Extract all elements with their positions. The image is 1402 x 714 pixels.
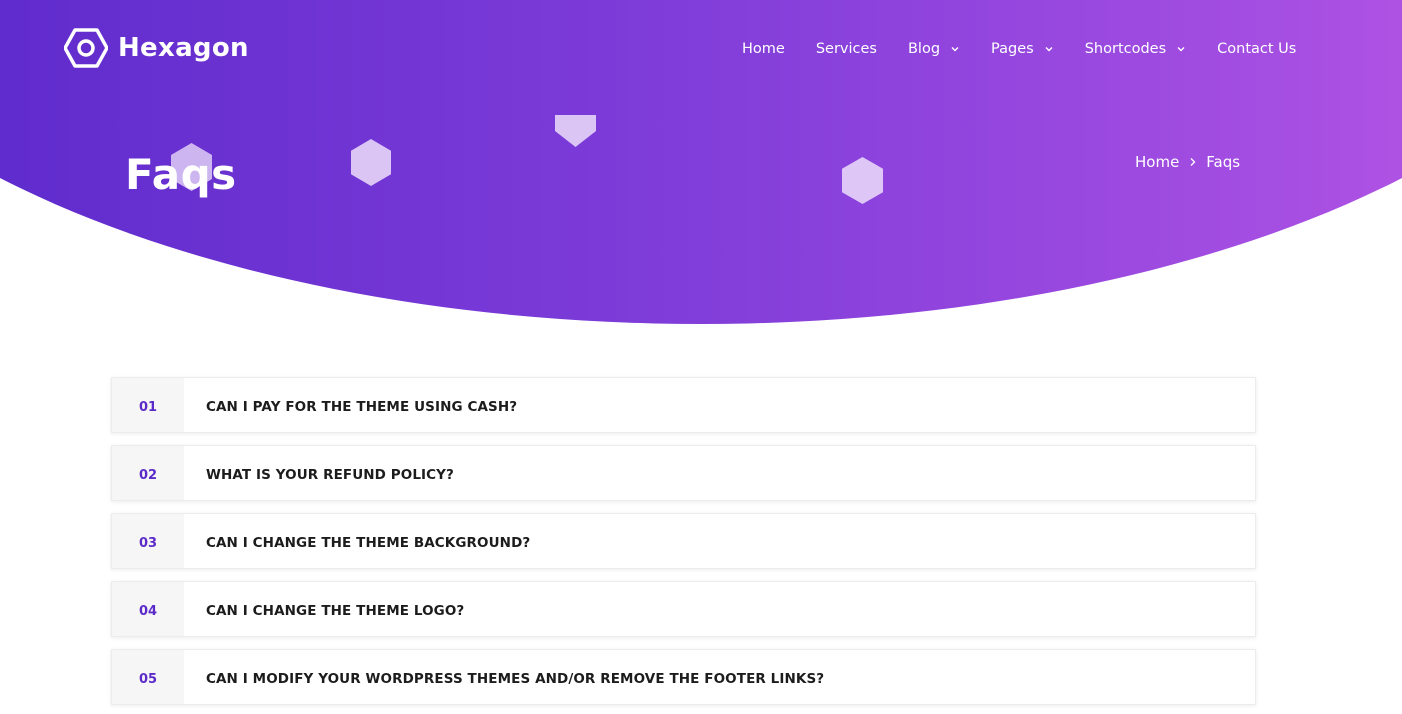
brand-logo[interactable]: Hexagon — [64, 28, 249, 68]
faq-item[interactable]: 04 CAN I CHANGE THE THEME LOGO? — [111, 581, 1256, 637]
brand-name: Hexagon — [118, 33, 249, 63]
faq-question: WHAT IS YOUR REFUND POLICY? — [206, 466, 454, 483]
nav-item-shortcodes[interactable]: Shortcodes — [1085, 38, 1186, 60]
faq-number: 01 — [112, 378, 184, 432]
chevron-down-icon — [951, 47, 959, 52]
faq-number: 05 — [112, 650, 184, 704]
faq-question: CAN I MODIFY YOUR WORDPRESS THEMES AND/O… — [206, 670, 825, 687]
nav-item-label: Blog — [907, 41, 941, 57]
faq-question: CAN I CHANGE THE THEME LOGO? — [206, 602, 465, 619]
nav-item-label: Shortcodes — [1084, 41, 1167, 57]
faq-question: CAN I CHANGE THE THEME BACKGROUND? — [206, 534, 531, 551]
hexagon-logo-icon — [64, 28, 108, 68]
main-navigation: Home Services Blog Pages Shortcodes Cont… — [742, 38, 1296, 60]
chevron-down-icon — [1045, 47, 1053, 52]
chevron-right-icon — [1190, 158, 1196, 166]
faq-item[interactable]: 01 CAN I PAY FOR THE THEME USING CASH? — [111, 377, 1256, 433]
breadcrumb-current: Faqs — [1206, 153, 1241, 171]
breadcrumb-home-link[interactable]: Home — [1135, 153, 1179, 171]
nav-item-label: Contact Us — [1217, 41, 1297, 57]
breadcrumb: Home Faqs — [1135, 153, 1240, 171]
nav-item-label: Pages — [991, 41, 1034, 57]
faq-number: 03 — [112, 514, 184, 568]
faq-item[interactable]: 05 CAN I MODIFY YOUR WORDPRESS THEMES AN… — [111, 649, 1256, 705]
nav-item-home[interactable]: Home — [742, 38, 785, 60]
nav-item-label: Services — [815, 41, 877, 57]
faq-item[interactable]: 02 WHAT IS YOUR REFUND POLICY? — [111, 445, 1256, 501]
page: Hexagon Home Services Blog Pages Shortco… — [0, 0, 1402, 714]
nav-item-pages[interactable]: Pages — [991, 38, 1054, 60]
nav-item-services[interactable]: Services — [816, 38, 877, 60]
faq-item[interactable]: 03 CAN I CHANGE THE THEME BACKGROUND? — [111, 513, 1256, 569]
faq-number: 02 — [112, 446, 184, 500]
nav-item-blog[interactable]: Blog — [908, 38, 960, 60]
faq-question: CAN I PAY FOR THE THEME USING CASH? — [206, 398, 518, 415]
faq-number: 04 — [112, 582, 184, 636]
chevron-down-icon — [1177, 47, 1185, 52]
faq-list: 01 CAN I PAY FOR THE THEME USING CASH? 0… — [111, 377, 1256, 714]
page-title: Faqs — [125, 150, 237, 199]
nav-item-contact-us[interactable]: Contact Us — [1217, 38, 1296, 60]
nav-item-label: Home — [742, 41, 785, 57]
